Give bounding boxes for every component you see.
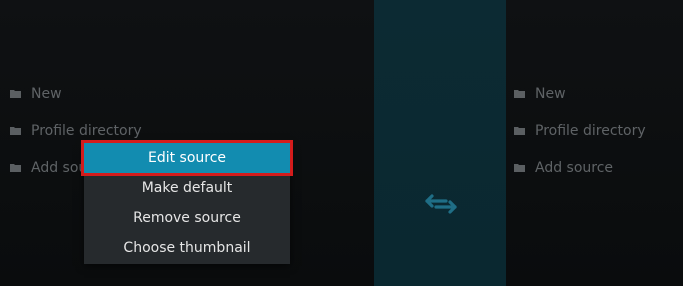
center-divider-panel xyxy=(374,0,506,286)
folder-icon xyxy=(10,90,21,98)
menu-item-choose-thumbnail[interactable]: Choose thumbnail xyxy=(84,233,290,263)
folder-icon xyxy=(514,127,525,135)
file-manager-screen: New Profile directory Add source New Pro… xyxy=(0,0,683,286)
right-item-new[interactable]: New xyxy=(514,75,646,112)
folder-icon xyxy=(514,164,525,172)
folder-icon xyxy=(10,164,21,172)
menu-item-remove-source[interactable]: Remove source xyxy=(84,203,290,233)
left-item-new[interactable]: New xyxy=(10,75,142,112)
folder-icon xyxy=(514,90,525,98)
item-label: New xyxy=(535,85,566,102)
right-item-profile-directory[interactable]: Profile directory xyxy=(514,112,646,149)
item-label: Profile directory xyxy=(31,122,142,139)
right-item-add-source[interactable]: Add source xyxy=(514,149,646,186)
item-label: Profile directory xyxy=(535,122,646,139)
folder-icon xyxy=(10,127,21,135)
item-label: New xyxy=(31,85,62,102)
context-menu: Edit source Make default Remove source C… xyxy=(81,140,293,264)
menu-item-make-default[interactable]: Make default xyxy=(84,173,290,203)
item-label: Add source xyxy=(535,159,614,176)
swap-arrows-icon[interactable] xyxy=(423,190,459,218)
right-source-list: New Profile directory Add source xyxy=(514,75,646,186)
menu-item-edit-source[interactable]: Edit source xyxy=(81,140,293,176)
